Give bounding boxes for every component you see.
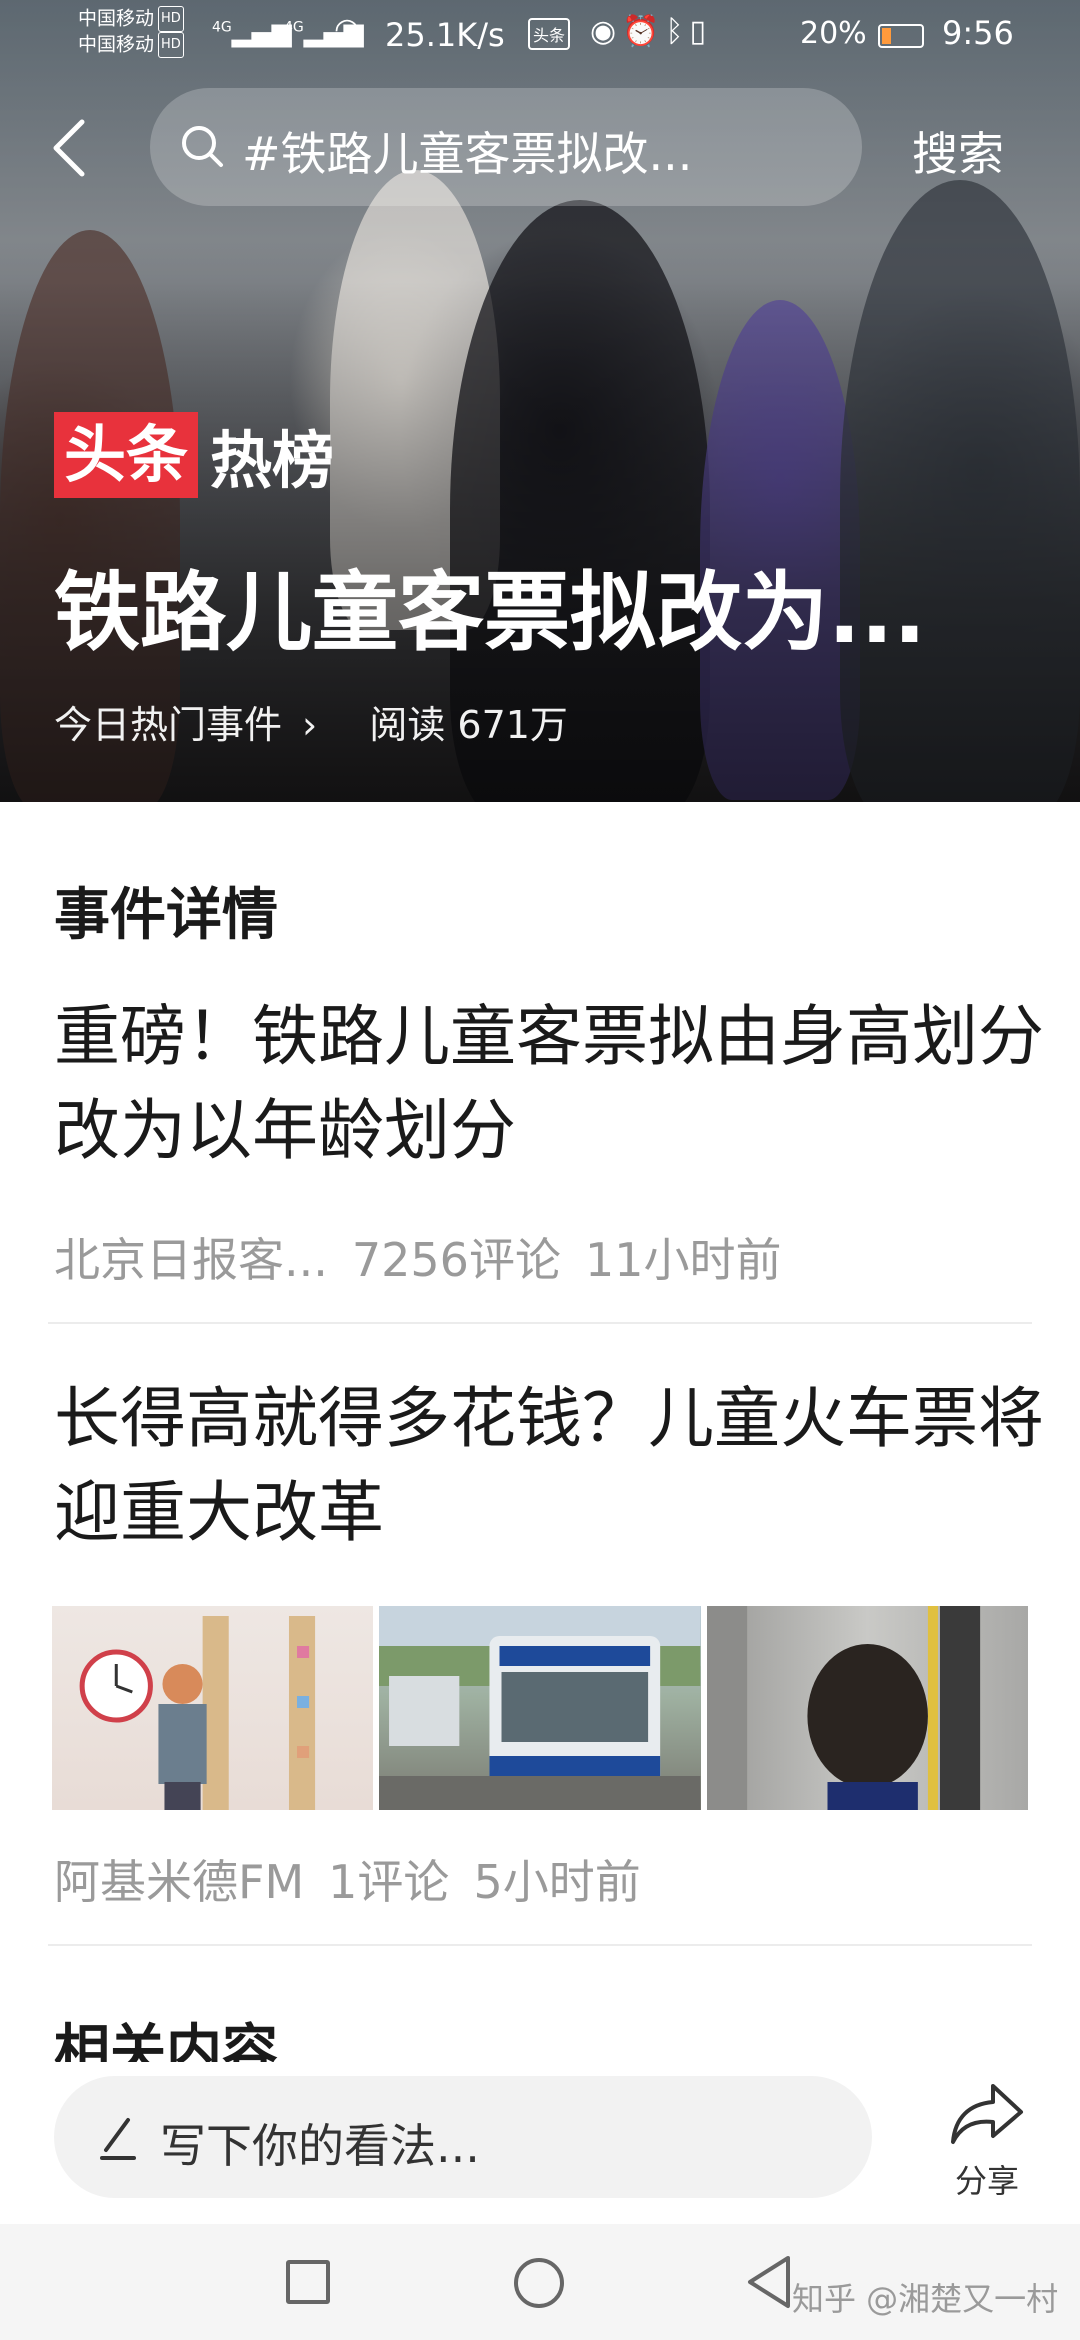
- divider: [48, 1944, 1032, 1946]
- thumbnail-image[interactable]: [706, 1606, 1028, 1810]
- share-label: 分享: [954, 2162, 1019, 2200]
- status-icons: ◉⏰ᛒ▯: [590, 14, 712, 49]
- thumbnail-image[interactable]: [379, 1606, 701, 1810]
- carrier-label: 中国移动: [78, 7, 155, 30]
- carrier-label: 中国移动: [78, 33, 155, 56]
- back-nav-icon[interactable]: [744, 2254, 794, 2310]
- article-comments: 7256评论: [351, 1233, 561, 1287]
- article-meta: 阿基米德FM 1评论 5小时前: [54, 1846, 665, 1912]
- battery-percent: 20%: [800, 16, 867, 51]
- hd-badge: HD: [158, 32, 184, 58]
- bluetooth-icon: ᛒ: [665, 14, 690, 49]
- brand-red-label: 头条: [54, 412, 199, 498]
- article-comments: 1评论: [328, 1855, 450, 1909]
- hero-headline: 铁路儿童客票拟改为...: [54, 563, 927, 663]
- article-source: 北京日报客...: [54, 1233, 328, 1287]
- comment-input[interactable]: 写下你的看法...: [54, 2076, 872, 2198]
- watermark: 知乎 @湘楚又一村: [792, 2280, 1059, 2318]
- eye-icon: ◉: [590, 14, 623, 49]
- alarm-icon: ⏰: [622, 14, 666, 49]
- search-input[interactable]: #铁路儿童客票拟改...: [242, 118, 692, 184]
- article-title[interactable]: 长得高就得多花钱？儿童火车票将迎重大改革: [54, 1372, 1044, 1560]
- section-title: 事件详情: [54, 883, 278, 948]
- share-button[interactable]: 分享: [946, 2080, 1028, 2202]
- chevron-right-icon: ›: [302, 703, 318, 747]
- hero-banner: 中国移动 HD 中国移动 HD 4G▂▄▆ 4G▂▄▆ ◠ 25.1K/s 头条 ◉…: [0, 0, 1080, 802]
- read-count: 阅读 671万: [369, 703, 568, 747]
- share-icon: [951, 2084, 1023, 2144]
- battery-icon: [878, 24, 924, 48]
- search-bar[interactable]: #铁路儿童客票拟改...: [150, 88, 862, 206]
- category-label: 今日热门事件: [54, 703, 283, 747]
- section-title: 相关内容: [54, 2019, 278, 2062]
- search-button[interactable]: 搜索: [912, 118, 1004, 184]
- article-source: 阿基米德FM: [54, 1855, 305, 1909]
- category-link[interactable]: 今日热门事件 ›: [54, 703, 337, 747]
- thumbnail-image[interactable]: [52, 1606, 374, 1810]
- search-icon: [182, 126, 223, 167]
- status-bar: 中国移动 HD 中国移动 HD 4G▂▄▆ 4G▂▄▆ ◠ 25.1K/s 头条 ◉…: [0, 0, 1080, 70]
- article-time: 11小时前: [584, 1233, 782, 1287]
- hero-meta: 今日热门事件 › 阅读 671万: [54, 694, 588, 749]
- vibrate-icon: ▯: [689, 14, 713, 49]
- home-icon[interactable]: [514, 2258, 564, 2308]
- pen-icon: [100, 2118, 136, 2160]
- recent-apps-icon[interactable]: [286, 2260, 330, 2304]
- system-nav-bar: 知乎 @湘楚又一村: [0, 2224, 1080, 2340]
- back-icon[interactable]: [48, 118, 88, 178]
- wifi-icon: ◠: [334, 12, 361, 47]
- brand-label: 热榜: [210, 424, 335, 497]
- app-badge: 头条: [528, 18, 571, 50]
- article-time: 5小时前: [473, 1855, 641, 1909]
- hot-list-logo: 头条 热榜: [54, 412, 334, 498]
- divider: [48, 1322, 1032, 1324]
- clock: 9:56: [942, 14, 1014, 52]
- article-thumbnails[interactable]: [52, 1606, 1028, 1810]
- signal-icon: 4G▂▄▆: [212, 18, 292, 48]
- hd-badge: HD: [158, 6, 184, 32]
- carrier-info: 中国移动 HD 中国移动 HD: [78, 6, 184, 58]
- bottom-action-bar: 写下你的看法... 分享: [0, 2062, 1080, 2224]
- article-title[interactable]: 重磅！铁路儿童客票拟由身高划分改为以年龄划分: [54, 990, 1044, 1178]
- article-meta: 北京日报客... 7256评论 11小时前: [54, 1224, 806, 1290]
- comment-placeholder: 写下你的看法...: [160, 2119, 480, 2173]
- network-speed: 25.1K/s: [385, 16, 505, 54]
